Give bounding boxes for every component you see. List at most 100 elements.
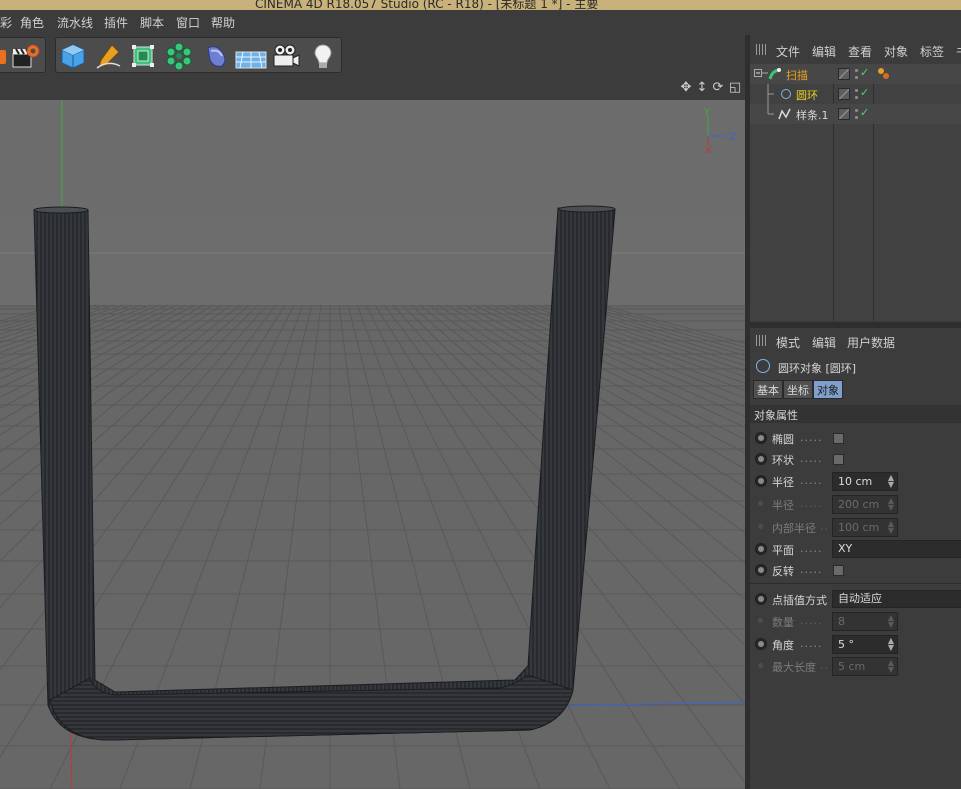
subdivision-icon[interactable] — [127, 41, 159, 71]
zoom-view-icon[interactable]: ↕ — [695, 81, 709, 95]
prop-interpolation: 点插值方式 自动适应 — [750, 590, 961, 610]
object-row-sweep[interactable]: 扫描 ✓ — [750, 64, 961, 84]
circle-spline-icon — [781, 89, 791, 99]
menu-item-plugins[interactable]: 插件 — [104, 14, 128, 31]
attributes-menu-userdata[interactable]: 用户数据 — [847, 334, 895, 351]
animate-radio-icon[interactable] — [755, 432, 767, 444]
menu-item-help[interactable]: 帮助 — [211, 14, 235, 31]
object-name-sweep[interactable]: 扫描 — [786, 67, 808, 83]
object-row-spline[interactable]: 样条.1 ✓ — [750, 104, 961, 124]
attribute-manager: 模式 编辑 用户数据 圆环对象 [圆环] 基本 坐标 对象 对象属性 椭圆 ..… — [750, 328, 961, 789]
animate-radio-icon[interactable] — [755, 564, 767, 576]
menu-item-character[interactable]: 角色 — [20, 14, 44, 31]
objects-menu-bookmarks[interactable]: 书 — [956, 43, 961, 60]
layer-box-icon[interactable] — [838, 68, 850, 80]
array-icon[interactable] — [163, 41, 195, 71]
menu-item-pipeline[interactable]: 流水线 — [57, 14, 93, 31]
animate-radio-icon — [755, 660, 767, 672]
animate-radio-icon[interactable] — [755, 543, 767, 555]
gizmo-z-label: Z — [729, 132, 736, 143]
object-name-spline[interactable]: 样条.1 — [796, 107, 829, 123]
floor-icon[interactable] — [235, 41, 267, 71]
prop-label-ring: 环状 — [772, 454, 794, 467]
spinner-arrows-icon: ▲ ▼ — [887, 519, 894, 535]
visibility-dots-icon[interactable] — [854, 107, 859, 121]
light-icon[interactable] — [307, 41, 339, 71]
section-title: 对象属性 — [754, 409, 798, 422]
animate-radio-icon[interactable] — [755, 475, 767, 487]
prop-inner-radius: 内部半径 .. 100 cm ▲ ▼ — [750, 518, 961, 538]
angle-value: 5 ° — [838, 638, 854, 651]
grip-icon[interactable] — [756, 44, 768, 55]
toggle-view-icon[interactable]: ◱ — [728, 81, 742, 95]
render-settings-icon[interactable] — [0, 41, 7, 71]
prop-dots: ..... — [800, 563, 823, 576]
attributes-menu-edit[interactable]: 编辑 — [812, 334, 836, 351]
move-view-icon[interactable]: ✥ — [679, 81, 693, 95]
radius-input[interactable]: 10 cm ▲ ▼ — [832, 472, 898, 491]
objects-menu-file[interactable]: 文件 — [776, 43, 800, 60]
ring-checkbox[interactable] — [833, 454, 844, 465]
object-row-circle[interactable]: 圆环 ✓ — [750, 84, 961, 104]
circle-object-icon — [756, 359, 770, 373]
tab-basic[interactable]: 基本 — [753, 380, 783, 399]
phong-tag-icon[interactable] — [877, 67, 891, 81]
menu-item-color[interactable]: 彩 — [0, 14, 12, 31]
animate-radio-icon[interactable] — [755, 593, 767, 605]
toolbar — [0, 35, 748, 75]
reverse-checkbox[interactable] — [833, 565, 844, 576]
clapper-icon[interactable] — [9, 41, 41, 71]
enabled-check-icon[interactable]: ✓ — [860, 86, 869, 99]
animate-radio-icon — [755, 521, 767, 533]
interpolation-dropdown[interactable]: 自动适应 — [832, 590, 961, 608]
animate-radio-icon — [755, 615, 767, 627]
inner-radius-input: 100 cm ▲ ▼ — [832, 518, 898, 537]
objects-menu-tags[interactable]: 标签 — [920, 43, 944, 60]
camera-icon[interactable] — [270, 41, 302, 71]
visibility-dots-icon[interactable] — [854, 67, 859, 81]
spinner-arrows-icon[interactable]: ▲ ▼ — [888, 637, 894, 652]
animate-radio-icon[interactable] — [755, 453, 767, 465]
cube-icon[interactable] — [57, 41, 89, 71]
object-name-circle[interactable]: 圆环 — [796, 87, 818, 103]
menu-item-window[interactable]: 窗口 — [176, 14, 200, 31]
menu-bar: 彩 角色 流水线 插件 脚本 窗口 帮助 — [0, 10, 748, 32]
3d-viewport[interactable]: Y Z X — [0, 100, 745, 789]
attributes-menu-mode[interactable]: 模式 — [776, 334, 800, 351]
object-tool-group — [55, 37, 342, 73]
enabled-check-icon[interactable]: ✓ — [860, 66, 869, 79]
prop-radius: 半径 ..... 10 cm ▲ ▼ — [750, 472, 961, 492]
objects-menu-view[interactable]: 查看 — [848, 43, 872, 60]
object-manager-list: 扫描 ✓ 圆环 ✓ 样条.1 ✓ — [750, 64, 961, 321]
deformer-icon[interactable] — [200, 41, 232, 71]
rotate-view-icon[interactable]: ⟳ — [711, 81, 725, 95]
plane-dropdown[interactable]: XY — [832, 540, 961, 558]
tab-object[interactable]: 对象 — [813, 380, 843, 399]
visibility-dots-icon[interactable] — [854, 87, 859, 101]
render-tool-group — [0, 37, 46, 73]
layer-box-icon[interactable] — [838, 108, 850, 120]
animate-radio-icon[interactable] — [755, 638, 767, 650]
angle-input[interactable]: 5 ° ▲ ▼ — [832, 635, 898, 654]
spinner-arrows-icon[interactable]: ▲ ▼ — [888, 474, 894, 489]
objects-menu-object[interactable]: 对象 — [884, 43, 908, 60]
plane-value: XY — [838, 542, 853, 555]
pen-icon[interactable] — [92, 41, 124, 71]
ellipse-checkbox[interactable] — [833, 433, 844, 444]
objects-menu-edit[interactable]: 编辑 — [812, 43, 836, 60]
prop-label-count: 数量 — [772, 616, 794, 629]
tab-coord[interactable]: 坐标 — [783, 380, 813, 399]
prop-label-ellipse: 椭圆 — [772, 433, 794, 446]
prop-radius2: 半径 ..... 200 cm ▲ ▼ — [750, 495, 961, 515]
prop-ring: 环状 ..... — [750, 450, 961, 470]
prop-dots: .. — [820, 520, 829, 533]
prop-label-angle: 角度 — [772, 639, 794, 652]
enabled-check-icon[interactable]: ✓ — [860, 106, 869, 119]
menu-item-script[interactable]: 脚本 — [140, 14, 164, 31]
layer-box-icon[interactable] — [838, 88, 850, 100]
prop-angle: 角度 ..... 5 ° ▲ ▼ — [750, 635, 961, 655]
prop-dots: ..... — [800, 542, 823, 555]
grip-icon[interactable] — [756, 335, 768, 346]
gizmo-x-label: X — [705, 145, 712, 156]
spinner-arrows-icon: ▲ ▼ — [887, 658, 894, 674]
